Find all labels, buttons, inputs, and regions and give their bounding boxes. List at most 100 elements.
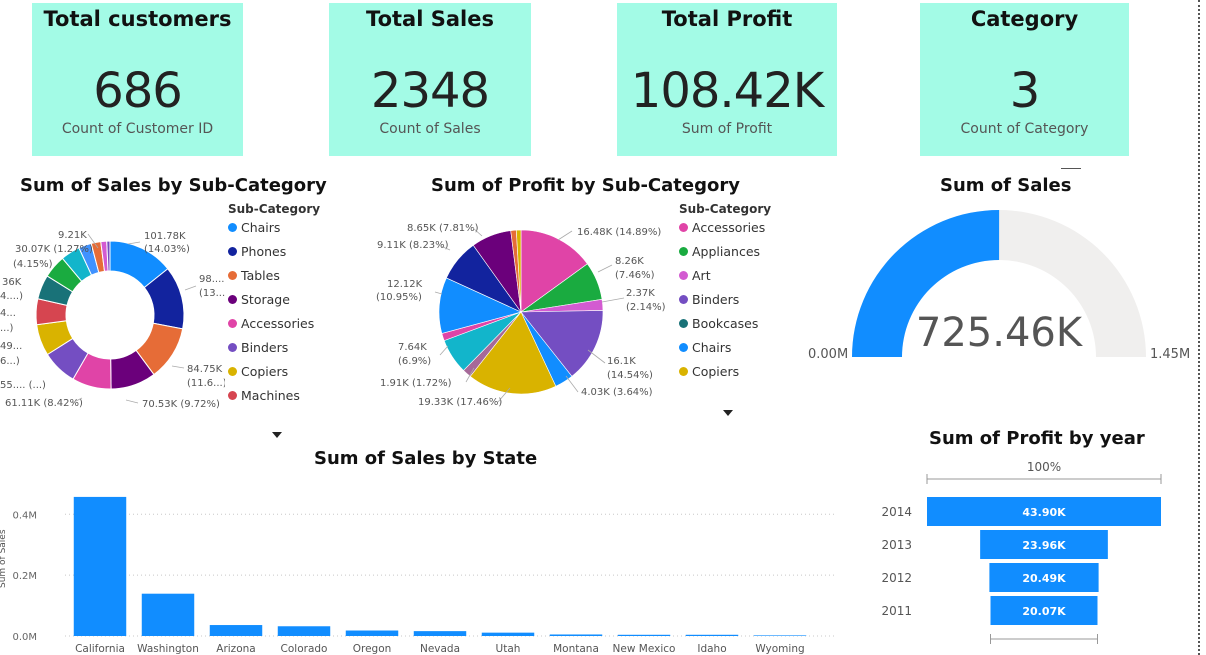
donut-label: 4... [0,308,16,319]
donut-label: 36K [2,277,22,288]
kpi-card-profit[interactable]: Total Profit 108.42K Sum of Profit [617,3,837,156]
legend-item[interactable]: Bookcases [679,316,771,340]
legend-item[interactable]: Copiers [228,364,320,388]
pie-label: (6.9%) [398,356,431,367]
gauge-title: Sum of Sales [940,175,1072,196]
legend-dot-icon [679,247,688,256]
legend-label: Binders [692,292,740,307]
legend-scroll-down-icon[interactable] [723,410,733,416]
legend-item[interactable]: Appliances [679,244,771,268]
pie-label: (2.14%) [626,302,666,313]
pie-chart-title: Sum of Profit by Sub-Category [431,175,740,196]
legend-item[interactable]: Binders [679,292,771,316]
bar-chart[interactable]: 0.0M 0.2M 0.4M California Washington Arizona… [0,470,840,655]
legend-dot-icon [228,391,237,400]
donut-label: 9.21K [58,230,87,241]
legend-item[interactable]: Machines [228,388,320,412]
legend-item[interactable]: Copiers [679,364,771,388]
funnel-bar-label: 20.07K [1022,605,1066,618]
donut-chart[interactable]: 9.21K 30.07K (1.27%) (4.15%) 101.78K (14… [0,200,225,420]
pie-chart[interactable]: 8.65K (7.81%) 9.11K (8.23%) 12.12K (10.9… [370,200,670,415]
gauge-max-label: 1.45M [1150,347,1190,362]
donut-legend-title: Sub-Category [228,202,321,216]
x-tick-label: Utah [496,643,521,655]
legend-dot-icon [228,319,237,328]
funnel-bar-label: 43.90K [1022,506,1066,519]
bar[interactable] [277,626,331,636]
donut-label: (11.6...) [187,378,225,389]
pie-label: 16.48K (14.89%) [577,227,661,238]
kpi-value: 686 [93,63,183,119]
legend-label: Accessories [241,316,315,331]
legend-item[interactable]: Accessories [679,220,771,244]
donut-legend: Sub-Category Chairs Phones Tables Storag… [228,202,320,412]
legend-item[interactable]: Tables [228,268,320,292]
legend-label: Machines [241,388,300,403]
pie-label: (7.46%) [615,270,655,281]
legend-label: Copiers [241,364,289,379]
bar[interactable] [141,593,195,636]
bar[interactable] [413,631,467,636]
pie-label: 4.03K (3.64%) [581,387,653,398]
legend-item[interactable]: Art [679,268,771,292]
legend-item[interactable]: Storage [228,292,320,316]
bar[interactable] [753,635,807,636]
funnel-year-label: 2012 [881,571,912,585]
pie-label: 8.65K (7.81%) [407,223,479,234]
donut-label: 61.11K (8.42%) [5,398,83,409]
bar[interactable] [481,632,535,636]
kpi-title: Total Sales [366,7,494,31]
kpi-subtitle: Count of Category [960,121,1089,137]
x-tick-label: Colorado [281,643,328,655]
legend-dot-icon [228,295,237,304]
legend-label: Appliances [692,244,761,259]
bar[interactable] [209,625,263,636]
legend-item[interactable]: Chairs [679,340,771,364]
donut-label: (13... [199,288,225,299]
pie-label: 16.1K [607,356,636,367]
donut-label: (4.15%) [13,259,53,270]
x-tick-label: California [75,643,125,655]
legend-item[interactable]: Binders [228,340,320,364]
pie-label: (10.95%) [376,292,422,303]
gauge-chart[interactable]: 725.46K 0.00M 1.45M [800,205,1200,365]
kpi-card-category[interactable]: Category 3 Count of Category [920,3,1129,156]
donut-chart-title: Sum of Sales by Sub-Category [20,175,327,196]
bar[interactable] [549,634,603,636]
pie-label: 8.26K [615,256,644,267]
legend-label: Storage [241,292,290,307]
legend-label: Binders [241,340,289,355]
donut-label: 6...) [0,356,20,367]
legend-scroll-down-icon[interactable] [272,432,282,438]
x-tick-label: Idaho [697,643,726,655]
bar[interactable] [617,634,671,636]
gauge-filter-icon[interactable] [1061,168,1081,169]
legend-item[interactable]: Chairs [228,220,320,244]
legend-item[interactable]: Phones [228,244,320,268]
x-tick-label: Oregon [353,643,392,655]
bar[interactable] [73,496,127,636]
kpi-card-sales[interactable]: Total Sales 2348 Count of Sales [329,3,531,156]
legend-dot-icon [228,223,237,232]
bar[interactable] [685,634,739,636]
donut-label: ...) [0,323,14,334]
gauge-value: 725.46K [916,310,1084,356]
x-tick-label: Wyoming [755,643,804,655]
funnel-bar-label: 23.96K [1022,539,1066,552]
legend-dot-icon [679,223,688,232]
legend-item[interactable]: Accessories [228,316,320,340]
kpi-title: Total customers [43,7,232,31]
donut-label: (14.03%) [144,244,190,255]
page-edge-divider [1198,0,1200,655]
gauge-min-label: 0.00M [808,347,848,362]
bar[interactable] [345,630,399,636]
pie-label: (14.54%) [607,370,653,381]
kpi-card-customers[interactable]: Total customers 686 Count of Customer ID [32,3,243,156]
funnel-year-label: 2011 [881,604,912,618]
funnel-year-label: 2013 [881,538,912,552]
kpi-subtitle: Sum of Profit [681,121,773,137]
y-axis-title: Sum of Sales [0,529,8,588]
donut-label: 30.07K (1.27%) [15,244,93,255]
funnel-chart[interactable]: 100% 43.90K 2014 23.96K 2013 20.49K 2012 20.07… [870,455,1190,655]
legend-label: Chairs [692,340,732,355]
